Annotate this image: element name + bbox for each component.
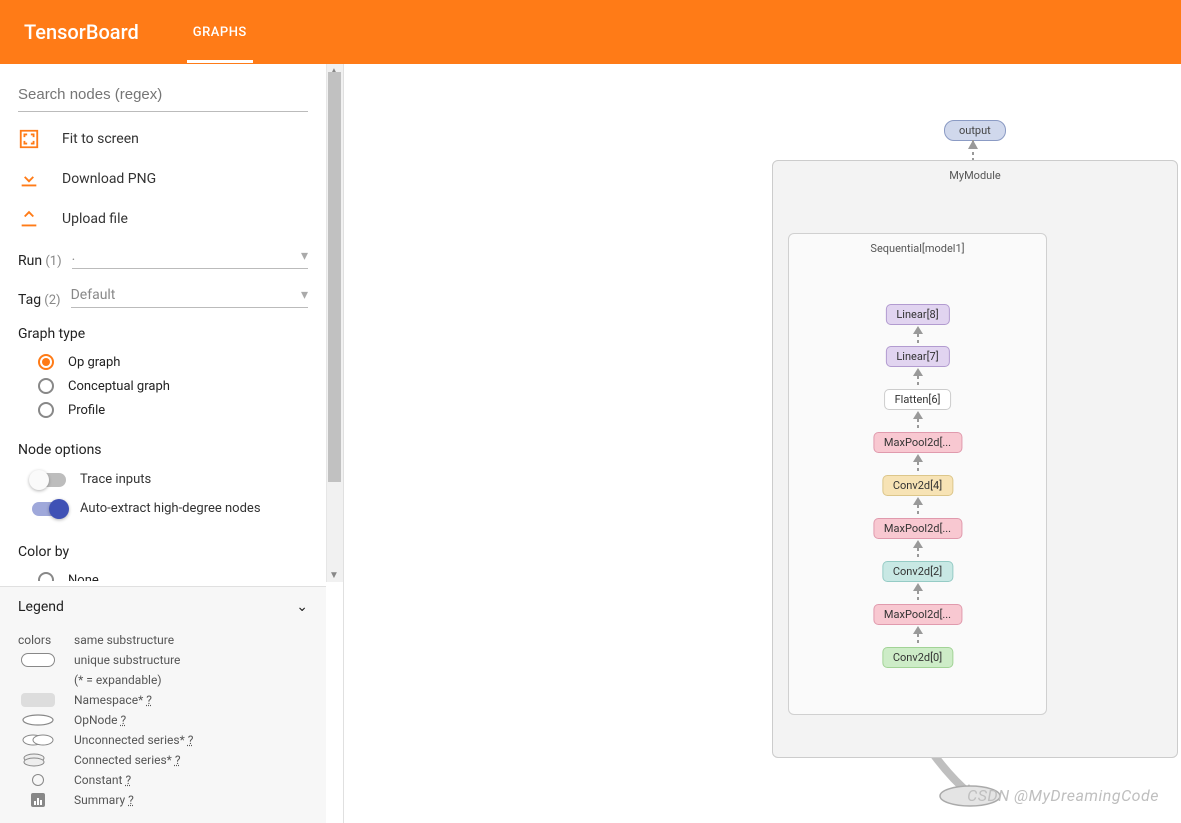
graph-canvas[interactable]: output MyModule Sequential[model1] Linea… [344, 64, 1181, 823]
scrollbar-thumb[interactable] [328, 72, 341, 482]
legend-connected: Connected series* [74, 753, 175, 767]
radio-profile[interactable]: Profile [38, 402, 308, 418]
legend-unconnected-icon [18, 733, 58, 747]
legend-constant: Constant [74, 773, 125, 787]
node-conv0[interactable]: Conv2d[0] [882, 647, 953, 668]
legend-expandable-note: (* = expandable) [74, 673, 162, 687]
legend-pill-icon [18, 653, 58, 667]
node-maxpool5[interactable]: MaxPool2d[... [873, 432, 962, 453]
node-conv4[interactable]: Conv2d[4] [882, 475, 953, 496]
legend-opnode: OpNode [74, 713, 121, 727]
dropdown-icon: ▾ [301, 287, 308, 303]
legend-summary: Summary [74, 793, 128, 807]
module-label: MyModule [773, 169, 1177, 182]
legend-namespace: Namespace* [74, 693, 146, 707]
download-png-button[interactable]: Download PNG [18, 168, 308, 190]
toggle-trace-inputs[interactable] [32, 473, 66, 487]
watermark: CSDN @MyDreamingCode [967, 786, 1159, 805]
run-label: Run [18, 253, 42, 269]
graph-type-title: Graph type [18, 326, 308, 342]
radio-conceptual-graph[interactable]: Conceptual graph [38, 378, 308, 394]
legend-opnode-icon [18, 713, 58, 727]
radio-conceptual-label: Conceptual graph [68, 379, 170, 394]
radio-icon [38, 378, 54, 394]
tag-count: (2) [44, 293, 60, 308]
run-value: . [72, 248, 76, 264]
legend-unconnected: Unconnected series* [74, 733, 188, 747]
legend-same-sub: same substructure [74, 633, 174, 647]
chevron-down-icon: ⌄ [296, 599, 308, 615]
tab-graphs[interactable]: GRAPHS [187, 25, 253, 63]
legend-namespace-icon [18, 693, 58, 707]
radio-profile-label: Profile [68, 403, 105, 418]
fit-to-screen-button[interactable]: Fit to screen [18, 128, 308, 150]
run-select[interactable]: . ▾ [72, 248, 308, 269]
upload-file-label: Upload file [62, 211, 128, 227]
radio-icon [38, 572, 54, 581]
legend-title: Legend [18, 599, 64, 615]
auto-extract-label: Auto-extract high-degree nodes [80, 501, 261, 516]
legend-colors-label: colors [18, 633, 74, 647]
node-output[interactable]: output [944, 120, 1006, 141]
tag-select[interactable]: Default ▾ [71, 287, 308, 308]
sequential-box[interactable]: Sequential[model1] Linear[8] Linear[7] F… [788, 233, 1047, 715]
trace-inputs-label: Trace inputs [80, 472, 151, 487]
run-count: (1) [45, 254, 61, 269]
sidebar: Fit to screen Download PNG Upload file R… [0, 64, 344, 823]
upload-file-button[interactable]: Upload file [18, 208, 308, 230]
legend-connected-icon [18, 753, 58, 767]
app-logo: TensorBoard [24, 20, 139, 44]
node-flatten6[interactable]: Flatten[6] [884, 389, 952, 410]
radio-none-label: None [68, 573, 99, 582]
legend-constant-icon [18, 774, 58, 786]
legend-summary-icon [18, 793, 58, 807]
radio-op-graph[interactable]: Op graph [38, 354, 308, 370]
legend-toggle[interactable]: Legend ⌄ [0, 587, 326, 627]
dropdown-icon: ▾ [301, 248, 308, 264]
fit-to-screen-label: Fit to screen [62, 131, 139, 147]
node-maxpool1[interactable]: MaxPool2d[... [873, 604, 962, 625]
upload-icon [18, 208, 40, 230]
sidebar-scrollbar[interactable]: ▲ ▼ [326, 64, 343, 582]
legend-unique-sub: unique substructure [74, 653, 180, 667]
radio-op-label: Op graph [68, 355, 120, 370]
download-png-label: Download PNG [62, 171, 156, 187]
tag-label: Tag [18, 292, 41, 308]
node-options-title: Node options [18, 442, 308, 458]
node-linear7[interactable]: Linear[7] [885, 346, 949, 367]
module-box[interactable]: MyModule Sequential[model1] Linear[8] Li… [772, 160, 1178, 758]
toggle-auto-extract[interactable] [32, 502, 66, 516]
search-input[interactable] [18, 82, 308, 112]
legend-panel: Legend ⌄ colors same substructure unique… [0, 586, 326, 823]
sequential-label: Sequential[model1] [789, 242, 1046, 255]
node-maxpool3[interactable]: MaxPool2d[... [873, 518, 962, 539]
fit-screen-icon [18, 128, 40, 150]
node-linear8[interactable]: Linear[8] [885, 304, 949, 325]
app-header: TensorBoard GRAPHS [0, 0, 1181, 64]
tag-value: Default [71, 287, 116, 303]
radio-icon [38, 402, 54, 418]
download-icon [18, 168, 40, 190]
radio-icon [38, 354, 54, 370]
color-by-title: Color by [18, 544, 308, 560]
scroll-down-icon[interactable]: ▼ [329, 570, 339, 580]
node-conv2[interactable]: Conv2d[2] [882, 561, 953, 582]
radio-color-none[interactable]: None [38, 572, 308, 581]
